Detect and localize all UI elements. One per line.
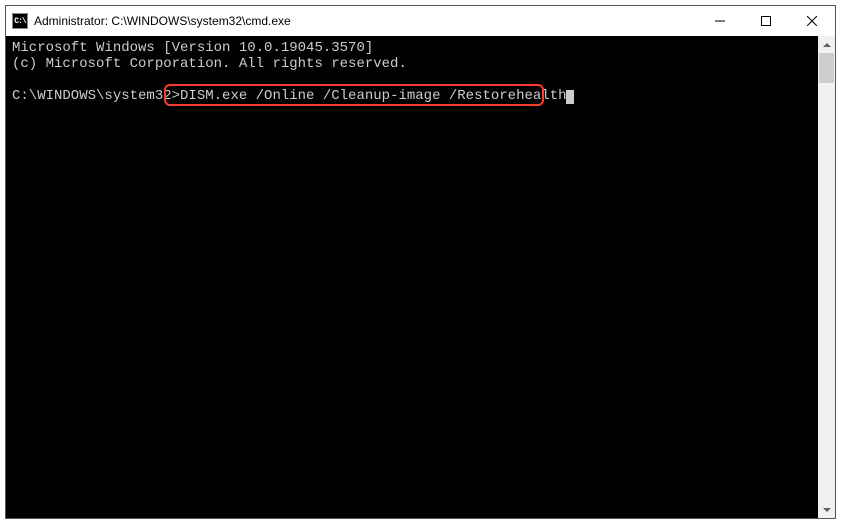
maximize-icon [761,16,771,26]
output-line-1: Microsoft Windows [Version 10.0.19045.35… [12,40,373,56]
prompt-text: C:\WINDOWS\system32> [12,88,180,104]
minimize-icon [715,16,725,26]
scroll-down-arrow-icon[interactable] [818,501,835,518]
window-title: Administrator: C:\WINDOWS\system32\cmd.e… [34,14,697,28]
scroll-up-arrow-icon[interactable] [818,36,835,53]
close-icon [807,16,817,26]
window-controls [697,6,835,36]
cmd-icon-text: C:\ [14,17,25,26]
maximize-button[interactable] [743,6,789,36]
output-line-2: (c) Microsoft Corporation. All rights re… [12,56,407,72]
console-area: Microsoft Windows [Version 10.0.19045.35… [6,36,835,518]
cmd-window: C:\ Administrator: C:\WINDOWS\system32\c… [5,5,836,519]
cursor [566,90,574,104]
cmd-icon: C:\ [12,13,28,29]
titlebar[interactable]: C:\ Administrator: C:\WINDOWS\system32\c… [6,6,835,36]
close-button[interactable] [789,6,835,36]
scroll-track[interactable] [818,53,835,501]
vertical-scrollbar[interactable] [818,36,835,518]
command-text: DISM.exe /Online /Cleanup-image /Restore… [180,88,566,104]
scroll-thumb[interactable] [819,53,834,83]
minimize-button[interactable] [697,6,743,36]
console-output[interactable]: Microsoft Windows [Version 10.0.19045.35… [6,36,818,518]
